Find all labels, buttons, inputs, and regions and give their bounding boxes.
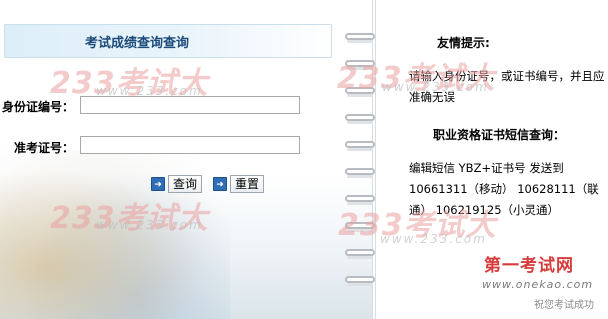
arrow-right-icon: ➜ [151, 177, 165, 191]
sms-heading: 职业资格证书短信查询： [433, 128, 566, 142]
binder-ring [345, 249, 375, 256]
id-number-input[interactable] [80, 96, 300, 114]
binder-ring [345, 222, 375, 229]
reset-button-label: 重置 [230, 175, 265, 193]
binder-ring [345, 60, 375, 67]
query-button[interactable]: ➜ 查询 [151, 175, 203, 193]
query-form-panel: 考试成绩查询查询 233考试大 www.233.com 233考试大 www.2… [0, 0, 373, 319]
query-page: 考试成绩查询查询 233考试大 www.233.com 233考试大 www.2… [0, 0, 608, 319]
tips-body: 请输入身份证号，或证书编号，并且应准确无误 [409, 69, 605, 104]
reset-button[interactable]: ➜ 重置 [213, 175, 265, 193]
form-title-bar: 考试成绩查询查询 [4, 24, 332, 58]
sms-line-2: 10661311（移动） 10628111（联 [409, 182, 599, 196]
admission-number-label: 准考证号： [14, 141, 75, 155]
form-title: 考试成绩查询查询 [85, 36, 190, 51]
arrow-right-icon: ➜ [213, 177, 227, 191]
binder-ring [345, 114, 375, 121]
tips-heading: 友情提示: [437, 36, 490, 50]
binder-ring [345, 33, 375, 40]
site-slogan: 祝您考试成功 [534, 300, 594, 311]
sms-line-3: 通） 106219125（小灵通） [409, 203, 560, 217]
binder-ring [345, 276, 375, 283]
binder-ring [345, 168, 375, 175]
binder-ring [345, 87, 375, 94]
binder-ring [345, 141, 375, 148]
site-logo: 第一考试网 [484, 256, 574, 276]
query-button-label: 查询 [168, 175, 203, 193]
site-url: www.onekao.com [482, 278, 594, 291]
admission-number-input[interactable] [80, 136, 300, 154]
sms-line-1: 编辑短信 YBZ+证书号 发送到 [409, 161, 564, 175]
binder-ring [345, 195, 375, 202]
id-number-label: 身份证编号： [2, 100, 75, 114]
